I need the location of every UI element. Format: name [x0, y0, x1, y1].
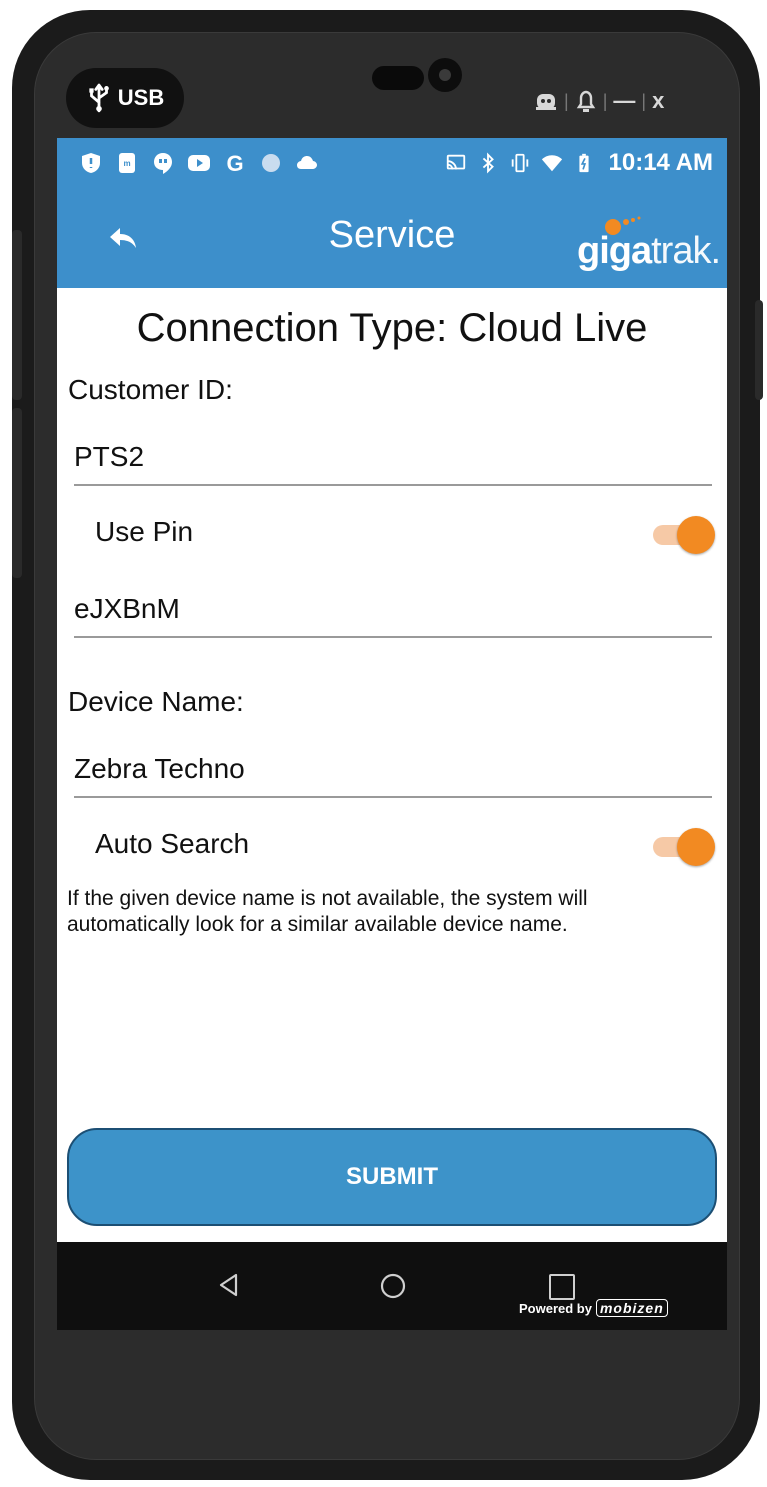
separator: | — [564, 90, 569, 111]
wifi-icon — [541, 155, 562, 172]
gigatrak-logo: gigatrak. — [577, 214, 727, 276]
toggle-knob — [677, 516, 715, 554]
status-bar: m G 10:14 AM — [57, 138, 727, 188]
submit-button[interactable]: SUBMIT — [67, 1128, 717, 1226]
side-button — [12, 408, 22, 578]
auto-search-toggle[interactable] — [653, 828, 715, 866]
robot-icon[interactable] — [534, 90, 558, 112]
minimize-button[interactable]: — — [613, 88, 635, 114]
hangouts-icon — [154, 153, 172, 174]
app-icon: m — [119, 153, 135, 173]
shield-icon — [82, 153, 100, 173]
status-right-icons: 10:14 AM — [445, 138, 713, 188]
separator: | — [641, 90, 647, 111]
powered-brand: mobizen — [595, 1299, 668, 1317]
window-controls: | | — | x — [534, 88, 664, 114]
svg-text:G: G — [226, 151, 243, 175]
navigation-bar: Powered by mobizen — [57, 1242, 727, 1330]
powered-by-text: Powered by — [519, 1301, 592, 1316]
cast-icon — [446, 154, 465, 170]
youtube-icon — [188, 155, 210, 171]
powered-by-watermark: Powered by mobizen — [519, 1299, 668, 1317]
pin-field[interactable]: eJXBnM — [74, 584, 712, 638]
nav-recents-icon[interactable] — [549, 1274, 575, 1300]
front-camera — [428, 58, 462, 92]
pin-value: eJXBnM — [74, 593, 180, 624]
toggle-knob — [677, 828, 715, 866]
usb-label: USB — [117, 85, 165, 110]
app-bar: Service gigatrak. — [57, 188, 727, 288]
use-pin-label: Use Pin — [95, 516, 194, 547]
auto-search-note: If the given device name is not availabl… — [67, 887, 588, 936]
logo-text: gigatrak. — [577, 230, 721, 273]
dot-icon — [262, 154, 280, 172]
usb-indicator[interactable]: USB — [66, 68, 184, 128]
app-screen: m G 10:14 AM Service gigatrak. Connectio… — [57, 138, 727, 1330]
bell-icon[interactable] — [575, 89, 597, 113]
logo-text-light: trak. — [651, 230, 721, 272]
close-button[interactable]: x — [652, 88, 664, 114]
vibrate-icon — [511, 153, 528, 173]
logo-text-bold: giga — [577, 230, 652, 272]
device-name-label: Device Name: — [68, 686, 244, 717]
svg-text:m: m — [123, 159, 130, 168]
separator: | — [602, 90, 608, 111]
status-left-icons: m G — [57, 151, 319, 175]
speaker-grille — [372, 66, 424, 90]
battery-icon — [578, 153, 589, 173]
auto-search-label: Auto Search — [95, 828, 250, 859]
side-button — [755, 300, 763, 400]
use-pin-toggle[interactable] — [653, 516, 715, 554]
google-icon: G — [226, 151, 243, 175]
status-time: 10:14 AM — [608, 149, 713, 176]
customer-id-value: PTS2 — [74, 441, 145, 472]
cloud-icon — [297, 156, 317, 169]
nav-home-icon[interactable] — [379, 1272, 407, 1300]
customer-id-label: Customer ID: — [68, 374, 233, 405]
bluetooth-icon — [482, 152, 494, 174]
device-name-value: Zebra Techno — [74, 753, 245, 784]
customer-id-field[interactable]: PTS2 — [74, 432, 712, 486]
connection-type-heading: Connection Type: Cloud Live — [136, 306, 648, 350]
device-name-field[interactable]: Zebra Techno — [74, 744, 712, 798]
nav-back-icon[interactable] — [217, 1272, 239, 1298]
usb-icon — [89, 83, 109, 113]
side-button — [12, 230, 22, 400]
